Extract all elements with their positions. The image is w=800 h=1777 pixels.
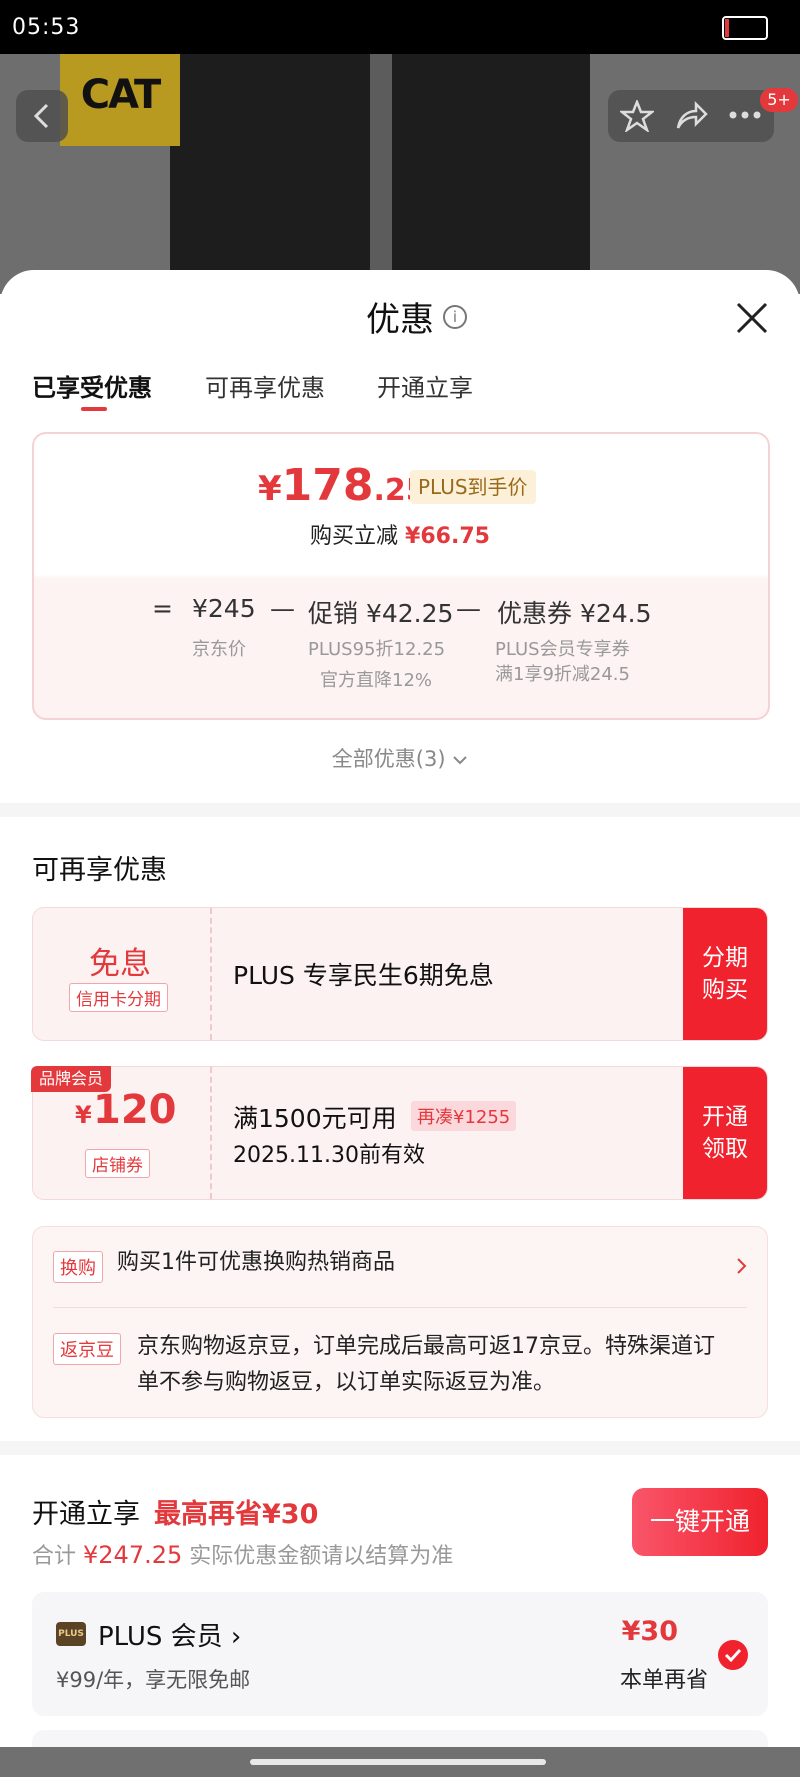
status-time: 05:53 [12, 15, 81, 40]
store-coupon-card: ¥ 120 店铺券 满1500元可用 再凑¥1255 2025.11.30前有效… [32, 1066, 768, 1200]
star-icon[interactable] [620, 100, 654, 132]
tab-enjoyed[interactable]: 已享受优惠 [32, 368, 152, 403]
minus-sign: — [456, 594, 481, 623]
open-claim-button[interactable]: 开通 领取 [683, 1067, 767, 1199]
info-icon[interactable]: i [443, 305, 467, 329]
interest-free-label: 免息 [89, 946, 151, 982]
instant-reduction: 购买立减 ¥66.75 [310, 524, 490, 549]
promo-detail-1: PLUS95折12.25 [308, 639, 446, 660]
tab-indicator [81, 407, 107, 411]
chevron-left-icon [33, 103, 49, 129]
minus-sign: — [270, 594, 295, 623]
installment-buy-button[interactable]: 分期 购买 [683, 908, 767, 1040]
sheet-title: 优惠 [366, 300, 434, 340]
plus-member-name[interactable]: PLUS 会员 › [98, 1616, 241, 1653]
brand-member-flag: 品牌会员 [31, 1066, 112, 1092]
plus-icon: PLUS [56, 1622, 86, 1646]
close-icon[interactable] [732, 298, 772, 338]
product-image: CAT 5+ [0, 54, 800, 294]
brand-logo: CAT [60, 54, 180, 146]
plus-member-card[interactable]: PLUS PLUS 会员 › ¥99/年，享无限免邮 ¥30 本单再省 [32, 1592, 768, 1716]
exchange-tag: 换购 [53, 1251, 103, 1283]
coupon-expiry: 2025.11.30前有效 [233, 1143, 425, 1168]
jd-price-label: 京东价 [192, 639, 246, 660]
plus-save-amount: ¥30 [621, 1616, 678, 1647]
installment-text: PLUS 专享民生6期免息 [233, 961, 494, 990]
plus-save-label: 本单再省 [619, 1668, 708, 1693]
top-up-tag: 再凑¥1255 [411, 1101, 517, 1131]
plus-price-tag: PLUS到手价 [410, 470, 536, 504]
plus-member-desc: ¥99/年，享无限免邮 [56, 1668, 251, 1692]
coupon-amount-value: 120 [93, 1087, 177, 1133]
section-divider [0, 1441, 800, 1455]
installment-card: 免息 信用卡分期 PLUS 专享民生6期免息 分期 购买 [32, 907, 768, 1041]
final-price: ¥178.25 [258, 460, 427, 511]
beans-text: 京东购物返京豆，订单完成后最高可返17京豆。特殊渠道订 单不参与购物返豆，以订单实… [137, 1334, 715, 1395]
equals-sign: = [152, 594, 173, 623]
section-title-more: 可再享优惠 [32, 855, 167, 886]
store-coupon-tag: 店铺券 [85, 1149, 150, 1178]
home-indicator[interactable] [0, 1747, 800, 1777]
chevron-down-icon [453, 756, 467, 765]
back-button[interactable] [16, 90, 68, 142]
beans-tag: 返京豆 [53, 1333, 121, 1365]
status-bar: 05:53 [0, 0, 800, 54]
promo-amount: 促销 ¥42.25 [308, 599, 454, 628]
tab-open[interactable]: 开通立享 [377, 368, 473, 403]
coupon-symbol: ¥ [75, 1101, 92, 1129]
section-divider [0, 803, 800, 817]
product-photo [170, 54, 590, 294]
exchange-beans-card: 换购 购买1件可优惠换购热销商品 返京豆 京东购物返京豆，订单完成后最高可返17… [32, 1226, 768, 1418]
promo-detail-2: 官方直降12% [320, 670, 433, 691]
coupon-amount: 优惠券 ¥24.5 [497, 599, 652, 628]
jd-price: ¥245 [192, 594, 256, 623]
notification-badge: 5+ [760, 88, 798, 112]
total-line: 合计 ¥247.25 实际优惠金额请以结算为准 [32, 1541, 454, 1569]
exchange-text[interactable]: 购买1件可优惠换购热销商品 [117, 1245, 395, 1281]
more-icon[interactable] [728, 110, 762, 120]
battery-icon [722, 16, 768, 40]
coupon-detail-1: PLUS会员专享券 [495, 639, 630, 660]
coupon-detail-2: 满1享9折减24.5 [495, 664, 630, 685]
header-actions [608, 90, 774, 142]
check-icon[interactable] [718, 1640, 748, 1670]
credit-card-tag: 信用卡分期 [69, 983, 168, 1012]
coupon-condition: 满1500元可用 [233, 1104, 397, 1133]
chevron-right-icon[interactable] [735, 1257, 747, 1275]
all-promos-toggle[interactable]: 全部优惠(3) [0, 743, 800, 773]
one-click-open-button[interactable]: 一键开通 [632, 1488, 768, 1556]
tab-more[interactable]: 可再享优惠 [205, 368, 325, 403]
share-icon[interactable] [674, 100, 708, 132]
section-title-open: 开通立享 最高再省¥30 [32, 1499, 319, 1530]
